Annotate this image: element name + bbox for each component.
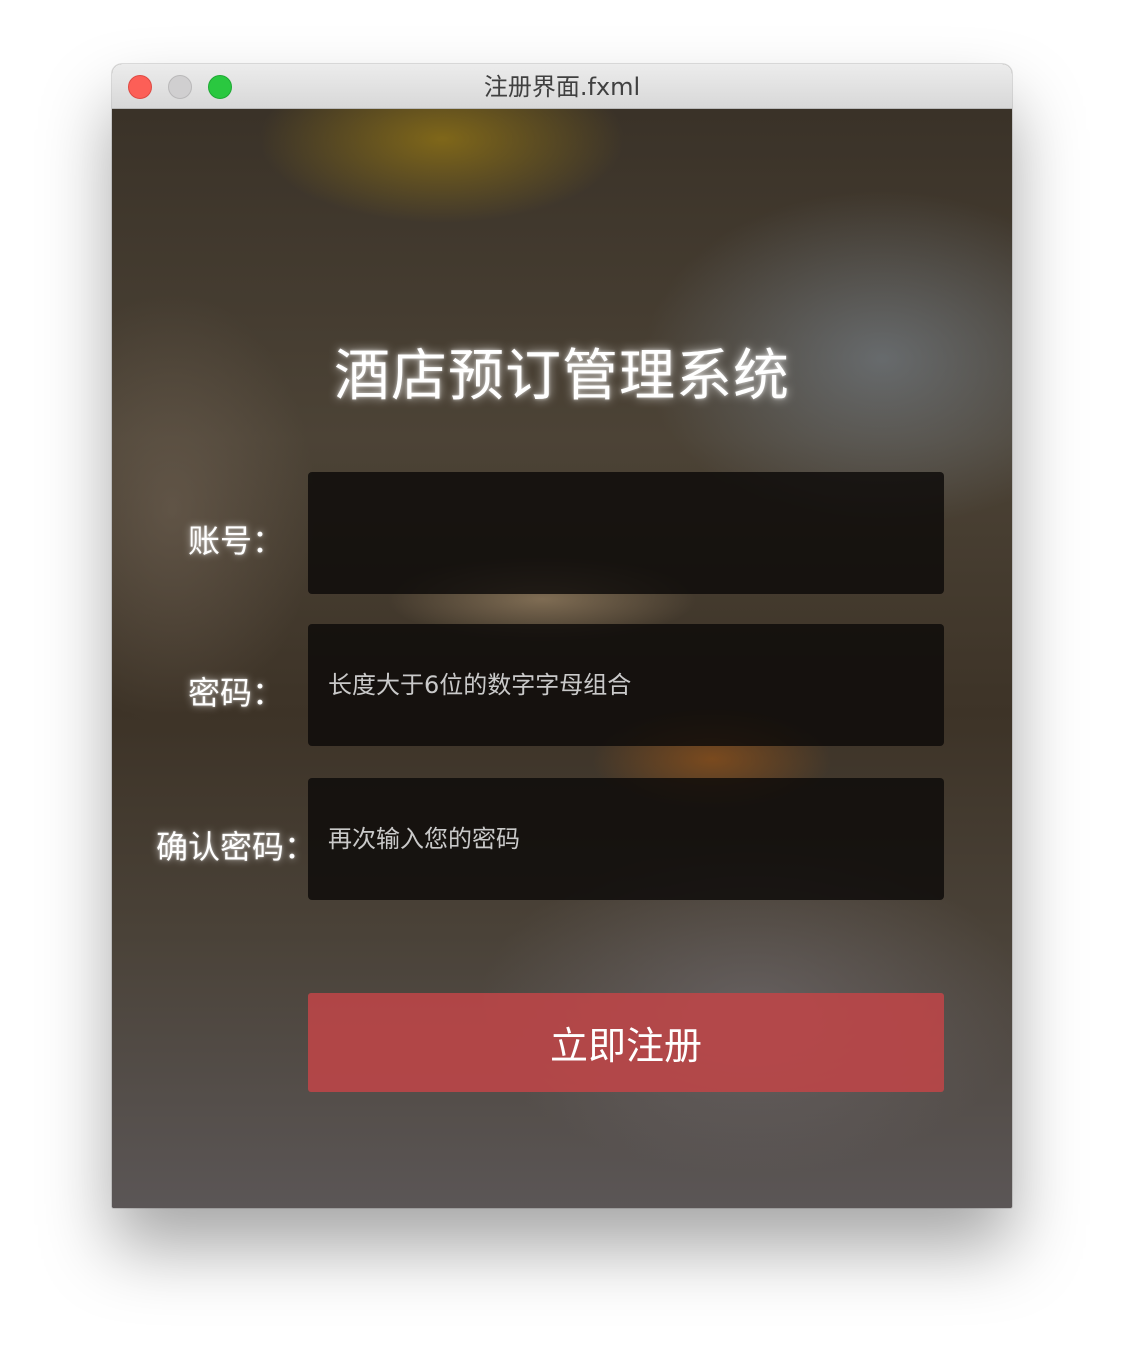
window-title: 注册界面.fxml (483, 73, 641, 101)
account-input[interactable] (308, 472, 944, 594)
password-label: 密码： (188, 674, 285, 712)
account-label: 账号： (188, 522, 285, 560)
confirm-password-input[interactable] (308, 778, 944, 900)
confirm-password-label: 确认密码： (156, 828, 317, 866)
app-title: 酒店预订管理系统 (334, 344, 790, 409)
password-input[interactable] (308, 624, 944, 746)
title-bar[interactable]: 注册界面.fxml (112, 64, 1012, 109)
register-window: 注册界面.fxml 酒店预订管理系统 账号： 密码： 确认密码： 立即注册 (112, 64, 1012, 1208)
register-button[interactable]: 立即注册 (308, 993, 944, 1092)
register-content: 酒店预订管理系统 账号： 密码： 确认密码： 立即注册 (112, 109, 1012, 1208)
